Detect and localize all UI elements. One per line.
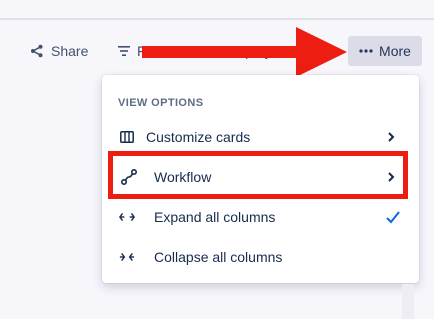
share-label: Share: [51, 43, 89, 59]
menu-item-label: Customize cards: [146, 129, 251, 145]
group-by-label: Group by Status: [214, 43, 316, 59]
menu-item-workflow[interactable]: Workflow: [111, 157, 409, 197]
group-by-button[interactable]: Group by Status: [214, 36, 315, 66]
collapse-arrows-icon: [119, 249, 135, 265]
expand-arrows-icon: [119, 209, 135, 225]
menu-item-label: Expand all columns: [154, 209, 276, 225]
menu-item-label: Workflow: [154, 169, 212, 185]
filter-button[interactable]: Filter: [118, 36, 168, 66]
menu-item-collapse-all-columns[interactable]: Collapse all columns: [102, 237, 419, 277]
view-options-menu: VIEW OPTIONS Customize cards Workflow Ex…: [102, 75, 419, 283]
more-label: More: [379, 43, 411, 59]
checkmark-icon: [385, 209, 401, 228]
chevron-right-icon: [383, 169, 399, 188]
menu-item-customize-cards[interactable]: Customize cards: [102, 117, 419, 157]
share-button[interactable]: Share: [30, 36, 88, 66]
more-button[interactable]: More: [348, 36, 422, 66]
menu-item-label: Collapse all columns: [154, 249, 283, 265]
columns-icon: [119, 129, 135, 145]
filter-icon: [118, 46, 130, 56]
filter-label: Filter: [137, 43, 169, 59]
top-divider: [0, 18, 434, 20]
workflow-icon: [121, 169, 137, 185]
chevron-right-icon: [383, 129, 399, 148]
scrollbar[interactable]: [402, 284, 414, 319]
share-icon: [30, 44, 44, 58]
menu-item-expand-all-columns[interactable]: Expand all columns: [102, 197, 419, 237]
more-dots-icon: [359, 49, 373, 53]
section-title: VIEW OPTIONS: [118, 97, 204, 109]
